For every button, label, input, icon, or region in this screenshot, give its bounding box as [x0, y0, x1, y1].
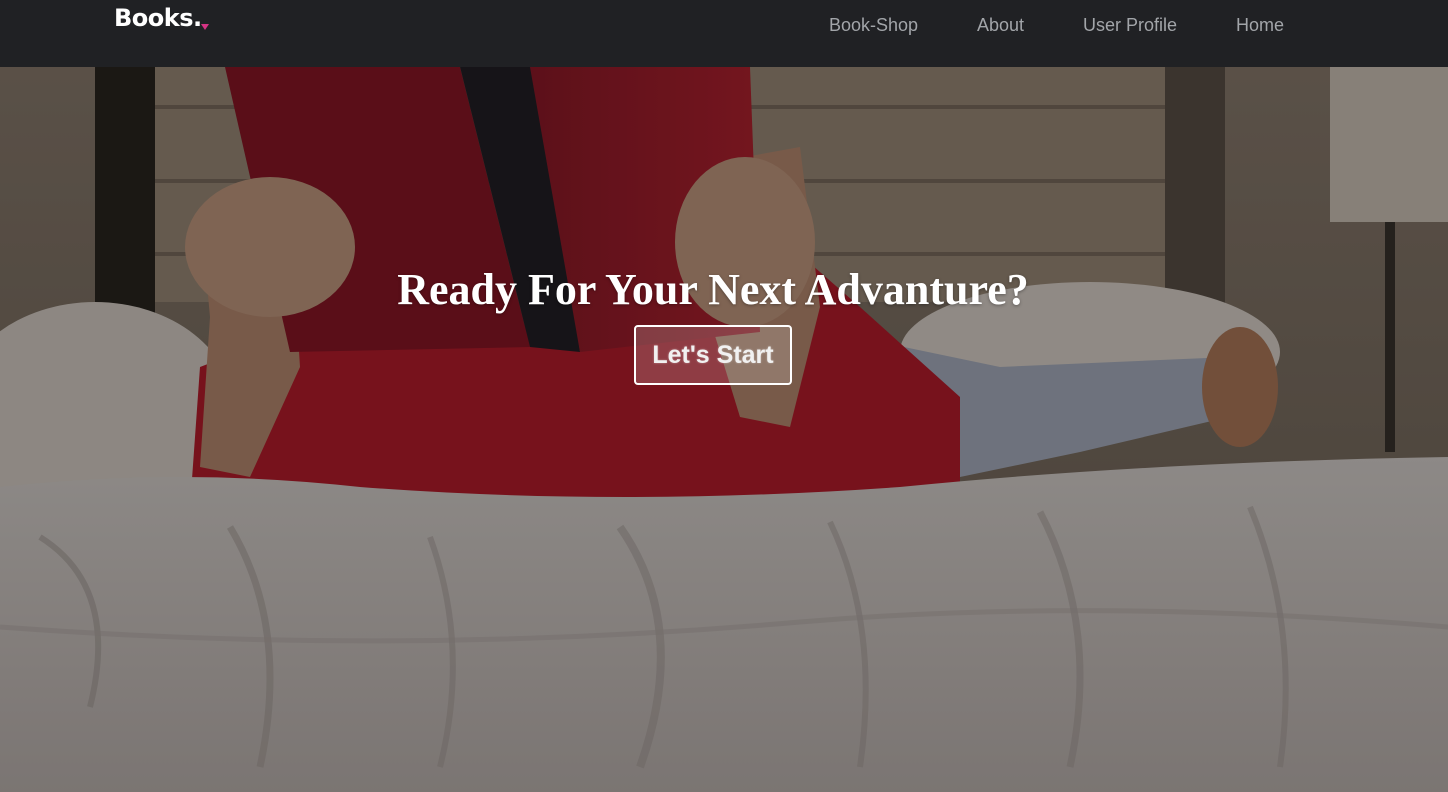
hero-title: Ready For Your Next Advanture?	[397, 265, 1029, 314]
nav-link-home[interactable]: Home	[1236, 15, 1284, 36]
nav-link-book-shop[interactable]: Book-Shop	[829, 15, 918, 36]
brand-logo[interactable]: Books.	[114, 4, 202, 32]
navbar: Books. Book-Shop About User Profile Home	[0, 0, 1448, 67]
brand-accent-triangle	[201, 24, 209, 30]
nav-link-user-profile[interactable]: User Profile	[1083, 15, 1177, 36]
nav-link-about[interactable]: About	[977, 15, 1024, 36]
lets-start-button[interactable]: Let's Start	[634, 325, 792, 385]
hero-dark-overlay	[0, 67, 1448, 792]
hero-section: Ready For Your Next Advanture? Let's Sta…	[0, 67, 1448, 792]
